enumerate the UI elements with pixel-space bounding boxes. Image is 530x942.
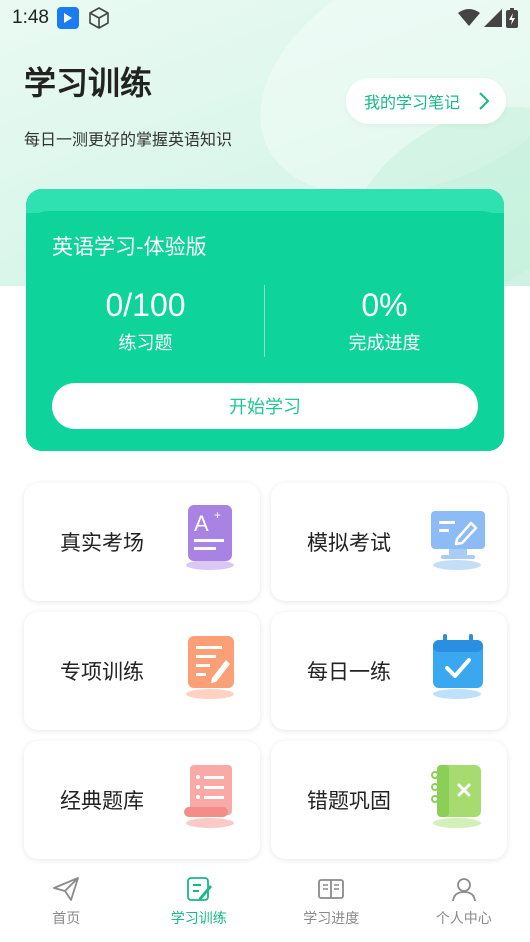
stat-progress-label: 完成进度 bbox=[348, 333, 421, 354]
svg-text:A: A bbox=[194, 511, 209, 536]
battery-icon bbox=[506, 8, 518, 28]
tile-label: 真实考场 bbox=[60, 531, 144, 555]
paper-plane-icon bbox=[53, 877, 80, 901]
tab-progress[interactable]: 学习进度 bbox=[265, 864, 398, 942]
stat-questions-label: 练习题 bbox=[118, 333, 173, 354]
stat-progress: 0% 完成进度 bbox=[265, 287, 504, 355]
tile-label: 专项训练 bbox=[60, 660, 144, 684]
tile-label: 每日一练 bbox=[307, 660, 391, 684]
chevron-right-icon bbox=[479, 92, 490, 110]
bottom-tab-bar: 首页 学习训练 学习进度 个人中心 bbox=[0, 864, 530, 942]
tab-label: 个人中心 bbox=[435, 911, 492, 927]
tile-label: 模拟考试 bbox=[307, 531, 391, 555]
tile-special-training[interactable]: 专项训练 bbox=[24, 612, 260, 730]
tile-real-exam[interactable]: 真实考场 A + bbox=[24, 483, 260, 601]
tab-label: 首页 bbox=[52, 911, 81, 927]
scroll-list-icon bbox=[184, 765, 234, 828]
app-notification-icon bbox=[56, 7, 79, 29]
notepad-edit-icon bbox=[186, 636, 234, 699]
status-bar: 1:48 bbox=[0, 0, 530, 36]
course-title: 英语学习-体验版 bbox=[52, 235, 207, 259]
tab-label: 学习进度 bbox=[303, 911, 360, 927]
stat-questions-value: 0/100 bbox=[105, 287, 186, 323]
cube-icon bbox=[89, 7, 109, 29]
my-notes-label: 我的学习笔记 bbox=[364, 93, 461, 112]
tile-daily-practice[interactable]: 每日一练 bbox=[271, 612, 507, 730]
tile-mock-exam[interactable]: 模拟考试 bbox=[271, 483, 507, 601]
open-book-icon bbox=[318, 879, 345, 899]
tile-classic-question-bank[interactable]: 经典题库 bbox=[24, 741, 260, 859]
svg-text:+: + bbox=[214, 508, 221, 522]
notebook-x-icon bbox=[431, 765, 481, 828]
exam-paper-icon: A + bbox=[186, 505, 234, 570]
tab-home[interactable]: 首页 bbox=[0, 864, 133, 942]
stat-questions: 0/100 练习题 bbox=[26, 287, 265, 355]
my-notes-button[interactable]: 我的学习笔记 bbox=[346, 78, 506, 124]
page-subtitle: 每日一测更好的掌握英语知识 bbox=[24, 130, 233, 149]
stat-progress-value: 0% bbox=[361, 287, 408, 323]
wifi-icon bbox=[458, 9, 480, 26]
tab-training[interactable]: 学习训练 bbox=[133, 864, 266, 942]
tile-label: 错题巩固 bbox=[307, 789, 391, 813]
card-top-strip bbox=[26, 189, 504, 213]
edit-square-icon bbox=[186, 877, 212, 901]
tile-label: 经典题库 bbox=[60, 789, 144, 813]
monitor-edit-icon bbox=[431, 511, 485, 570]
course-card: 英语学习-体验版 0/100 练习题 0% 完成进度 开始学习 bbox=[26, 189, 504, 451]
start-learning-button[interactable]: 开始学习 bbox=[52, 383, 478, 429]
tab-profile[interactable]: 个人中心 bbox=[398, 864, 530, 942]
status-indicators bbox=[458, 8, 518, 28]
status-time: 1:48 bbox=[12, 7, 49, 28]
page-title: 学习训练 bbox=[24, 64, 153, 102]
signal-icon bbox=[484, 9, 502, 27]
user-icon bbox=[451, 878, 476, 902]
calendar-check-icon bbox=[433, 634, 483, 699]
tab-label: 学习训练 bbox=[170, 911, 227, 927]
tile-mistake-review[interactable]: 错题巩固 bbox=[271, 741, 507, 859]
